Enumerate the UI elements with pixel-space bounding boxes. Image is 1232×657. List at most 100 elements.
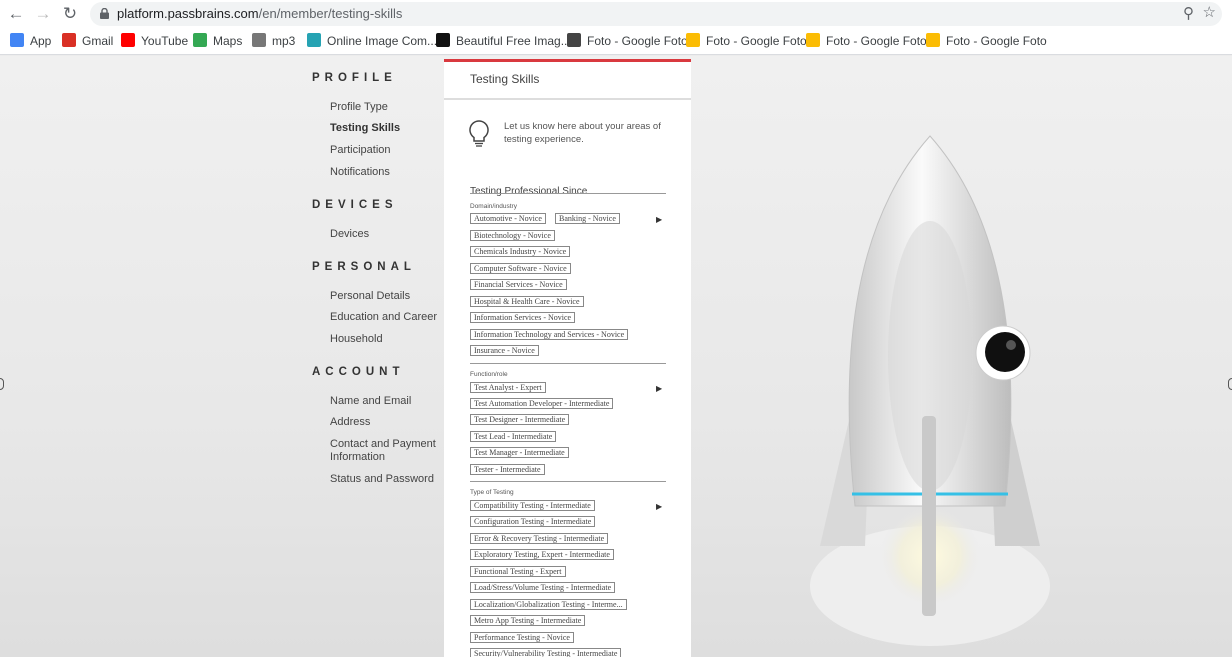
address-bar[interactable]: platform.passbrains.com/en/member/testin… — [90, 2, 1222, 26]
testing-since-label[interactable]: Testing Professional Since — [470, 186, 587, 197]
youtube-icon — [121, 33, 135, 47]
group-label: Type of Testing — [470, 489, 514, 496]
cloud-icon — [307, 33, 321, 47]
browser-toolbar: ← → ↻ platform.passbrains.com/en/member/… — [0, 0, 1232, 28]
skill-tag[interactable]: Test Designer - Intermediate — [470, 414, 570, 425]
skill-tag[interactable]: Performance Testing - Novice — [470, 632, 574, 643]
skill-tag[interactable]: Load/Stress/Volume Testing - Intermediat… — [470, 582, 616, 593]
bookmark-label: Foto - Google Foto — [587, 34, 688, 48]
sidebar-item-profile-type[interactable]: Profile Type — [330, 101, 442, 114]
bookmark-2[interactable]: Gmail — [62, 33, 113, 49]
bookmark-4[interactable]: Maps — [193, 33, 242, 49]
bookmark-label: Foto - Google Foto — [706, 34, 807, 48]
group-label: Domain/industry — [470, 203, 517, 210]
skill-tag[interactable]: Tester - Intermediate — [470, 464, 545, 475]
group-divider — [470, 193, 666, 194]
expand-caret-icon[interactable]: ▶ — [656, 502, 662, 511]
sidebar-item-notifications[interactable]: Notifications — [330, 166, 442, 179]
sidebar-item-status-and-password[interactable]: Status and Password — [330, 473, 442, 486]
globe-icon — [567, 33, 581, 47]
sidebar-item-name-and-email[interactable]: Name and Email — [330, 395, 442, 408]
skill-tag[interactable]: Banking - Novice — [555, 213, 620, 224]
expand-caret-icon[interactable]: ▶ — [656, 384, 662, 393]
skill-tag[interactable]: Security/Vulnerability Testing - Interme… — [470, 648, 622, 657]
lock-icon — [100, 8, 109, 19]
rocket-illustration — [810, 135, 1050, 646]
skill-tag[interactable]: Test Automation Developer - Intermediate — [470, 398, 614, 409]
expand-caret-icon[interactable]: ▶ — [656, 215, 662, 224]
bookmark-10[interactable]: Foto - Google Foto — [806, 33, 927, 49]
tip-text: Let us know here about your areas of tes… — [504, 121, 661, 145]
bookmark-label: Maps — [213, 34, 243, 48]
sidebar-section-account: ACCOUNT — [312, 366, 405, 378]
bookmark-3[interactable]: YouTube — [121, 33, 188, 49]
bookmark-label: Foto - Google Foto — [826, 34, 927, 48]
skill-tag[interactable]: Financial Services - Novice — [470, 279, 567, 290]
skill-tag[interactable]: Configuration Testing - Intermediate — [470, 516, 596, 527]
skill-tag[interactable]: Test Analyst - Expert — [470, 382, 546, 393]
skill-tag[interactable]: Hospital & Health Care - Novice — [470, 296, 584, 307]
bookmark-star-icon[interactable]: ☆ — [1203, 3, 1216, 21]
bookmark-label: Foto - Google Foto — [946, 34, 1047, 48]
panel-title: Testing Skills — [444, 62, 691, 100]
bookmark-11[interactable]: Foto - Google Foto — [926, 33, 1047, 49]
google-photos-icon — [806, 33, 820, 47]
skill-tag[interactable]: Information Technology and Services - No… — [470, 329, 629, 340]
bookmark-label: Gmail — [82, 34, 114, 48]
bookmark-5[interactable]: mp3 — [252, 33, 295, 49]
skill-tag[interactable]: Computer Software - Novice — [470, 263, 571, 274]
group-divider — [470, 481, 666, 482]
sidebar-section-profile: PROFILE — [312, 72, 397, 84]
skill-tag[interactable]: Error & Recovery Testing - Intermediate — [470, 533, 609, 544]
bookmark-label: Online Image Com... — [327, 34, 438, 48]
bookmark-label: Beautiful Free Imag... — [456, 34, 571, 48]
sidebar-item-devices[interactable]: Devices — [330, 228, 442, 241]
sidebar-item-contact-and-payment-information[interactable]: Contact and Payment Information — [330, 438, 442, 464]
apps-grid-icon — [10, 33, 24, 47]
group-divider — [470, 363, 666, 364]
bookmarks-bar: App Gmail YouTube Maps mp3 Online Image Com..… — [0, 28, 1232, 55]
testing-skills-panel: Testing Skills Let us know here about yo… — [444, 59, 691, 657]
mp3-icon — [252, 33, 266, 47]
skill-tag[interactable]: Automotive - Novice — [470, 213, 546, 224]
skill-tag[interactable]: Test Lead - Intermediate — [470, 431, 557, 442]
forward-arrow-icon[interactable]: → — [33, 4, 53, 24]
gmail-icon — [62, 33, 76, 47]
bookmark-8[interactable]: Foto - Google Foto — [567, 33, 688, 49]
page-content: PROFILE Profile Type Testing Skills Partici… — [0, 56, 1232, 657]
sidebar-section-devices: DEVICES — [312, 199, 398, 211]
reload-icon[interactable]: ↻ — [60, 4, 80, 24]
sidebar-item-education-and-career[interactable]: Education and Career — [330, 311, 442, 324]
bookmark-9[interactable]: Foto - Google Foto — [686, 33, 807, 49]
bookmark-label: mp3 — [272, 34, 296, 48]
bookmark-6[interactable]: Online Image Com... — [307, 33, 437, 49]
sidebar-item-testing-skills[interactable]: Testing Skills — [330, 122, 442, 135]
lightbulb-icon — [469, 120, 489, 147]
skill-tag[interactable]: Insurance - Novice — [470, 345, 539, 356]
skill-tag[interactable]: Chemicals Industry - Novice — [470, 246, 571, 257]
bookmark-label: App — [30, 34, 52, 48]
bookmark-label: YouTube — [141, 34, 189, 48]
skill-tag[interactable]: Information Services - Novice — [470, 312, 576, 323]
skill-tag[interactable]: Localization/Globalization Testing - Int… — [470, 599, 627, 610]
sidebar-item-household[interactable]: Household — [330, 333, 442, 346]
sidebar-item-participation[interactable]: Participation — [330, 144, 442, 157]
google-photos-icon — [926, 33, 940, 47]
skill-tag[interactable]: Compatibility Testing - Intermediate — [470, 500, 595, 511]
skill-tag[interactable]: Functional Testing - Expert — [470, 566, 566, 577]
url-text: platform.passbrains.com/en/member/testin… — [117, 6, 403, 21]
zoom-icon[interactable]: ⚲ — [1183, 4, 1194, 22]
maps-icon — [193, 33, 207, 47]
skill-tag[interactable]: Test Manager - Intermediate — [470, 447, 569, 458]
skill-tag[interactable]: Metro App Testing - Intermediate — [470, 615, 586, 626]
sidebar-item-address[interactable]: Address — [330, 416, 442, 429]
right-scroll-handle[interactable] — [1228, 378, 1232, 390]
left-scroll-handle[interactable] — [0, 378, 4, 390]
sidebar-item-personal-details[interactable]: Personal Details — [330, 290, 442, 303]
skill-tag[interactable]: Biotechnology - Novice — [470, 230, 555, 241]
bookmark-7[interactable]: Beautiful Free Imag... — [436, 33, 571, 49]
sidebar-section-personal: PERSONAL — [312, 261, 416, 273]
skill-tag[interactable]: Exploratory Testing, Expert - Intermedia… — [470, 549, 614, 560]
back-arrow-icon[interactable]: ← — [6, 4, 26, 24]
bookmark-1[interactable]: App — [10, 33, 51, 49]
